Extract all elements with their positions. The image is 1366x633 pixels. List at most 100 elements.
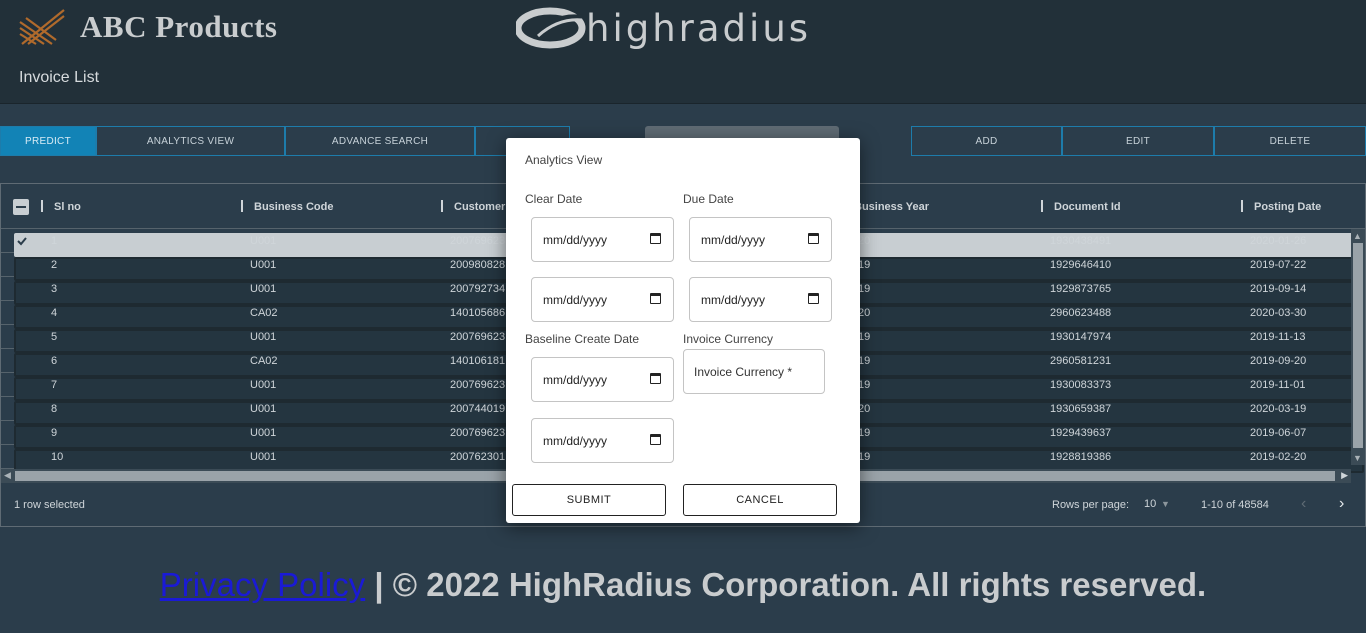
cell-sl-no: 2 <box>51 259 58 271</box>
invoice-currency-input[interactable]: Invoice Currency * <box>683 349 825 394</box>
next-page-button[interactable]: › <box>1339 495 1344 513</box>
cell-document-id: 1928819386 <box>1050 451 1112 463</box>
abc-products-logo-icon <box>19 9 65 45</box>
due-date-from-input[interactable]: mm/dd/yyyy <box>689 217 832 262</box>
page-title: Invoice List <box>19 69 100 86</box>
add-button[interactable]: ADD <box>911 126 1062 156</box>
cell-customer: 200792734 <box>450 283 506 295</box>
cell-posting-date: 2019-02-20 <box>1250 451 1307 463</box>
baseline-date-to-input[interactable]: mm/dd/yyyy <box>531 418 674 463</box>
pagination-range: 1-10 of 48584 <box>1201 499 1269 511</box>
cell-sl-no: 9 <box>51 427 58 439</box>
abc-logo: ABC Products <box>18 8 277 46</box>
column-separator[interactable] <box>241 200 243 212</box>
cell-document-id: 1929646410 <box>1050 259 1112 271</box>
calendar-icon[interactable] <box>650 293 661 304</box>
privacy-policy-link[interactable]: Privacy Policy <box>160 566 365 603</box>
column-separator[interactable] <box>441 200 443 212</box>
cell-sl-no: 5 <box>51 331 58 343</box>
brand-name: ABC Products <box>80 9 278 44</box>
cell-posting-date: 2019-09-14 <box>1250 283 1307 295</box>
predict-button[interactable]: PREDICT <box>0 126 96 156</box>
column-separator[interactable] <box>1241 200 1243 212</box>
chevron-down-icon[interactable]: ▼ <box>1161 499 1170 509</box>
column-header-document-id[interactable]: Document Id <box>1054 201 1121 213</box>
clear-date-label: Clear Date <box>525 192 583 206</box>
cell-business-code: U001 <box>250 283 277 295</box>
invoice-currency-label: Invoice Currency <box>683 332 774 346</box>
calendar-icon[interactable] <box>650 434 661 445</box>
cell-business-code: CA02 <box>250 307 278 319</box>
vertical-scroll-thumb[interactable] <box>1353 243 1363 448</box>
column-separator[interactable] <box>1041 200 1043 212</box>
column-header-customer[interactable]: Customer <box>454 201 505 213</box>
scroll-down-icon[interactable]: ▼ <box>1353 453 1362 463</box>
cell-business-code: U001 <box>250 331 277 343</box>
cell-posting-date: 2020-03-19 <box>1250 403 1307 415</box>
date-placeholder: mm/dd/yyyy <box>701 293 766 307</box>
vertical-scrollbar[interactable]: ▲ ▼ <box>1351 229 1365 465</box>
cell-business-code: U001 <box>250 379 277 391</box>
cell-document-id: 2960623488 <box>1050 307 1112 319</box>
scroll-up-icon[interactable]: ▲ <box>1353 231 1362 241</box>
rows-per-page-label: Rows per page: <box>1052 499 1130 511</box>
cell-posting-date: 2019-11-01 <box>1250 379 1306 391</box>
date-placeholder: mm/dd/yyyy <box>543 233 608 247</box>
column-header-sl-no[interactable]: Sl no <box>54 201 81 213</box>
page-footer: Privacy Policy | © 2022 HighRadius Corpo… <box>0 566 1366 604</box>
calendar-icon[interactable] <box>808 293 819 304</box>
baseline-date-from-input[interactable]: mm/dd/yyyy <box>531 357 674 402</box>
rows-per-page-select[interactable]: 10 <box>1144 498 1156 510</box>
delete-button[interactable]: DELETE <box>1214 126 1366 156</box>
cell-business-code: U001 <box>250 451 277 463</box>
dialog-title: Analytics View <box>525 153 603 167</box>
calendar-icon[interactable] <box>808 233 819 244</box>
select-all-checkbox[interactable] <box>13 199 29 215</box>
column-header-posting-date[interactable]: Posting Date <box>1254 201 1321 213</box>
submit-button[interactable]: SUBMIT <box>512 484 666 516</box>
cell-customer: 200769623 <box>450 427 506 439</box>
footer-separator: | <box>374 566 384 603</box>
currency-placeholder: Invoice Currency * <box>694 365 793 379</box>
cell-business-code: U001 <box>250 403 277 415</box>
due-date-to-input[interactable]: mm/dd/yyyy <box>689 277 832 322</box>
cell-customer: 140105686 <box>450 307 506 319</box>
cell-sl-no: 7 <box>51 379 58 391</box>
previous-page-button[interactable]: ‹ <box>1301 495 1306 513</box>
cell-posting-date: 2020-03-30 <box>1250 307 1307 319</box>
cell-sl-no: 4 <box>51 307 58 319</box>
checkmark-icon <box>17 237 27 246</box>
advance-search-button[interactable]: ADVANCE SEARCH <box>285 126 475 156</box>
clear-date-from-input[interactable]: mm/dd/yyyy <box>531 217 674 262</box>
column-separator[interactable] <box>41 200 43 212</box>
cell-sl-no: 10 <box>51 451 64 463</box>
scroll-left-icon[interactable]: ◀ <box>4 470 11 481</box>
cell-customer: 200769623 <box>450 379 506 391</box>
scroll-right-icon[interactable]: ▶ <box>1341 470 1348 481</box>
cancel-button[interactable]: CANCEL <box>683 484 837 516</box>
column-header-business-year[interactable]: Business Year <box>854 201 929 213</box>
cell-sl-no: 1 <box>51 235 58 247</box>
edit-button[interactable]: EDIT <box>1062 126 1214 156</box>
cell-sl-no: 8 <box>51 403 58 415</box>
baseline-create-date-label: Baseline Create Date <box>525 332 640 346</box>
analytics-view-button[interactable]: ANALYTICS VIEW <box>96 126 285 156</box>
cell-document-id: 1929873765 <box>1050 283 1112 295</box>
highradius-logo: highradius <box>516 6 811 50</box>
calendar-icon[interactable] <box>650 373 661 384</box>
selection-count: 1 row selected <box>14 499 85 511</box>
cell-document-id: 2960581231 <box>1050 355 1112 367</box>
clear-date-to-input[interactable]: mm/dd/yyyy <box>531 277 674 322</box>
column-header-business-code[interactable]: Business Code <box>254 201 333 213</box>
cell-customer: 200769623 <box>450 331 506 343</box>
cell-customer: 200980828 <box>450 259 506 271</box>
cell-sl-no: 3 <box>51 283 58 295</box>
cell-sl-no: 6 <box>51 355 58 367</box>
cell-document-id: 1930438491 <box>1050 235 1112 247</box>
cell-posting-date: 2019-09-20 <box>1250 355 1307 367</box>
cell-posting-date: 2020-01-26 <box>1250 235 1307 247</box>
cell-customer: 140106181 <box>450 355 506 367</box>
highradius-swoosh-icon <box>516 7 586 49</box>
calendar-icon[interactable] <box>650 233 661 244</box>
cell-posting-date: 2019-11-13 <box>1250 331 1306 343</box>
